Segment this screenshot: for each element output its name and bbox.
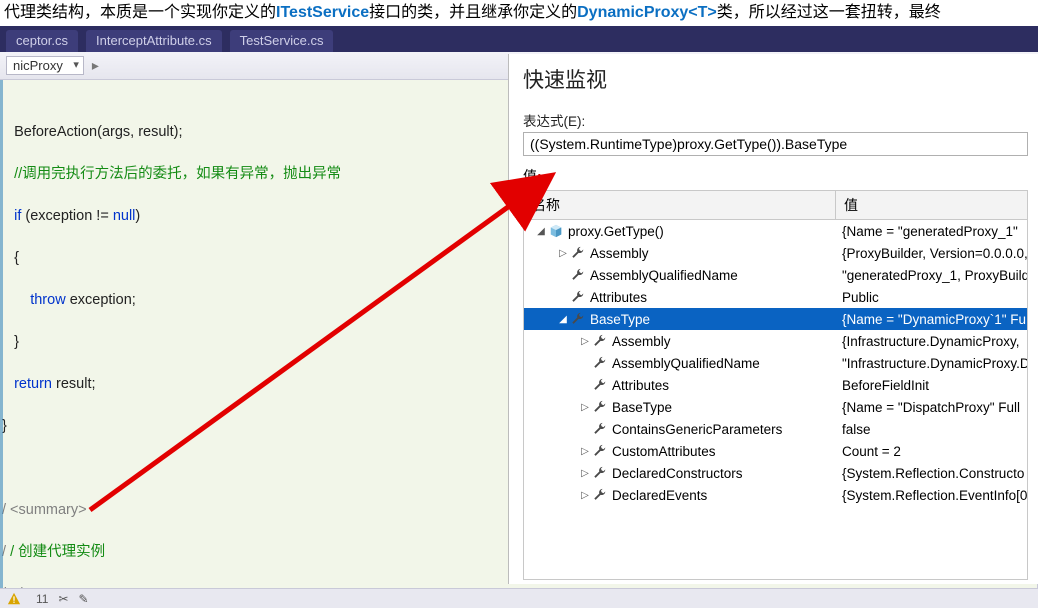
row-name: Attributes	[590, 290, 647, 305]
grid-header: 名称 值	[524, 191, 1027, 220]
wrench-icon	[592, 399, 608, 415]
row-name: CustomAttributes	[612, 444, 716, 459]
wrench-icon	[592, 465, 608, 481]
quickwatch-row[interactable]: ▷ CustomAttributes Count = 2	[524, 440, 1027, 462]
expression-input[interactable]	[523, 132, 1028, 156]
expand-toggle[interactable]: ▷	[578, 490, 592, 501]
value-label: 值:	[523, 166, 1028, 186]
row-name: Assembly	[612, 334, 671, 349]
row-name: DeclaredEvents	[612, 488, 707, 503]
quickwatch-row[interactable]: ContainsGenericParameters false	[524, 418, 1027, 440]
quickwatch-row[interactable]: ▷ DeclaredConstructors {System.Reflection.…	[524, 462, 1027, 484]
row-name: DeclaredConstructors	[612, 466, 743, 481]
quickwatch-title: 快速监视	[509, 54, 1038, 108]
expand-toggle[interactable]: ◢	[534, 226, 548, 237]
quickwatch-row[interactable]: ▷ BaseType {Name = "DispatchProxy" Full	[524, 396, 1027, 418]
column-header-value[interactable]: 值	[836, 191, 1027, 219]
row-value: {System.Reflection.Constructo	[836, 466, 1027, 481]
quickwatch-row[interactable]: ▷ Assembly {Infrastructure.DynamicProxy,	[524, 330, 1027, 352]
row-value: Public	[836, 290, 1027, 305]
brush-icon[interactable]: ✎	[79, 592, 89, 606]
wrench-icon	[570, 267, 586, 283]
wrench-icon	[570, 289, 586, 305]
document-tab[interactable]: InterceptAttribute.cs	[86, 30, 222, 52]
row-value: {System.Reflection.EventInfo[0	[836, 488, 1027, 503]
row-value: "Infrastructure.DynamicProxy.D	[836, 356, 1027, 371]
expand-toggle[interactable]: ▷	[578, 468, 592, 479]
row-name: BaseType	[612, 400, 672, 415]
breadcrumb-namespace[interactable]: nicProxy	[6, 56, 84, 75]
wrench-icon	[592, 333, 608, 349]
document-tab[interactable]: TestService.cs	[230, 30, 334, 52]
breadcrumb-separator: ▸	[88, 57, 103, 74]
expand-toggle[interactable]: ◢	[556, 314, 570, 325]
status-bar: 11 ✂ ✎	[0, 588, 1038, 608]
expand-toggle[interactable]: ▷	[556, 248, 570, 259]
wrench-icon	[592, 421, 608, 437]
row-value: BeforeFieldInit	[836, 378, 1027, 393]
scissors-icon[interactable]: ✂	[58, 592, 68, 606]
wrench-icon	[570, 311, 586, 327]
wrench-icon	[592, 443, 608, 459]
quickwatch-row[interactable]: Attributes Public	[524, 286, 1027, 308]
expression-label: 表达式(E):	[523, 108, 1028, 132]
link-itestservice[interactable]: ITestService	[276, 4, 369, 21]
quickwatch-row[interactable]: ▷ DeclaredEvents {System.Reflection.EventI…	[524, 484, 1027, 506]
row-name: proxy.GetType()	[568, 224, 664, 239]
row-value: Count = 2	[836, 444, 1027, 459]
row-name: Assembly	[590, 246, 649, 261]
wrench-icon	[570, 245, 586, 261]
context-text: 代理类结构，本质是一个实现你定义的ITestService接口的类，并且继承你定…	[0, 0, 1038, 26]
row-value: {ProxyBuilder, Version=0.0.0.0,	[836, 246, 1027, 261]
row-value: {Name = "DynamicProxy`1" Fu	[836, 312, 1027, 327]
wrench-icon	[592, 355, 608, 371]
document-tab-bar: ceptor.cs InterceptAttribute.cs TestServ…	[0, 26, 1038, 52]
row-name: AssemblyQualifiedName	[612, 356, 760, 371]
row-name: AssemblyQualifiedName	[590, 268, 738, 283]
quickwatch-grid[interactable]: 名称 值 ◢ proxy.GetType() {Name = "generatedP…	[523, 190, 1028, 580]
wrench-icon	[592, 487, 608, 503]
expand-toggle[interactable]: ▷	[578, 446, 592, 457]
quickwatch-row[interactable]: ◢ BaseType {Name = "DynamicProxy`1" Fu	[524, 308, 1027, 330]
quickwatch-row[interactable]: AssemblyQualifiedName "Infrastructure.Dyn…	[524, 352, 1027, 374]
link-dynamicproxy[interactable]: DynamicProxy<T>	[577, 4, 717, 21]
document-tab[interactable]: ceptor.cs	[6, 30, 78, 52]
row-value: {Infrastructure.DynamicProxy,	[836, 334, 1027, 349]
change-indicator	[0, 80, 3, 588]
expand-toggle[interactable]: ▷	[578, 402, 592, 413]
expand-toggle[interactable]: ▷	[578, 336, 592, 347]
quickwatch-row[interactable]: ◢ proxy.GetType() {Name = "generatedProxy_…	[524, 220, 1027, 242]
wrench-icon	[592, 377, 608, 393]
row-name: ContainsGenericParameters	[612, 422, 782, 437]
row-value: false	[836, 422, 1027, 437]
column-header-name[interactable]: 名称	[524, 191, 836, 219]
row-name: Attributes	[612, 378, 669, 393]
warning-icon	[6, 591, 22, 607]
type-icon	[548, 223, 564, 239]
quickwatch-row[interactable]: AssemblyQualifiedName "generatedProxy_1, …	[524, 264, 1027, 286]
quickwatch-panel: 快速监视 表达式(E): 值: 名称 值 ◢ proxy.GetType() {Na…	[508, 54, 1038, 584]
row-value: {Name = "generatedProxy_1"	[836, 224, 1027, 239]
status-warning-count[interactable]: 11	[36, 592, 48, 606]
row-value: "generatedProxy_1, ProxyBuild	[836, 268, 1027, 283]
row-name: BaseType	[590, 312, 650, 327]
quickwatch-row[interactable]: Attributes BeforeFieldInit	[524, 374, 1027, 396]
row-value: {Name = "DispatchProxy" Full	[836, 400, 1027, 415]
quickwatch-row[interactable]: ▷ Assembly {ProxyBuilder, Version=0.0.0.0,	[524, 242, 1027, 264]
